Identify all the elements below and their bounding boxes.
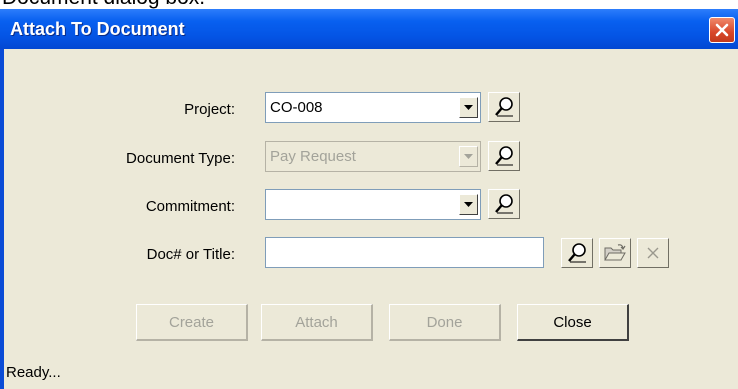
chevron-down-icon <box>464 153 473 159</box>
dialog-client: Project: CO-008 Document Type: Pay Reque… <box>4 49 738 389</box>
document-type-dropdown-button[interactable] <box>459 146 478 167</box>
create-button[interactable]: Create <box>136 304 248 341</box>
open-folder-icon <box>604 244 626 261</box>
attach-button[interactable]: Attach <box>261 304 373 341</box>
commitment-combo[interactable] <box>265 189 481 220</box>
commitment-dropdown-button[interactable] <box>459 194 478 215</box>
title-bar[interactable]: Attach To Document <box>0 9 738 49</box>
document-type-combo[interactable]: Pay Request <box>265 141 481 172</box>
dialog-window: Attach To Document Project: CO-008 Docum… <box>0 9 738 389</box>
search-icon <box>495 146 513 166</box>
caption-strip: Document dialog box. <box>0 0 738 9</box>
doc-title-lookup-button[interactable] <box>561 238 593 268</box>
document-type-lookup-button[interactable] <box>488 141 520 171</box>
document-type-label: Document Type: <box>126 150 235 167</box>
project-dropdown-button[interactable] <box>459 97 478 118</box>
chevron-down-icon <box>464 201 473 207</box>
doc-title-input[interactable] <box>265 237 544 268</box>
doc-title-label: Doc# or Title: <box>146 246 235 263</box>
chevron-down-icon <box>464 104 473 110</box>
project-label: Project: <box>184 101 235 118</box>
window-close-button[interactable] <box>709 17 735 43</box>
project-lookup-button[interactable] <box>488 92 520 122</box>
project-value: CO-008 <box>270 99 323 116</box>
close-button[interactable]: Close <box>517 304 629 341</box>
window-title: Attach To Document <box>10 19 185 39</box>
commitment-lookup-button[interactable] <box>488 189 520 219</box>
done-button[interactable]: Done <box>389 304 501 341</box>
commitment-label: Commitment: <box>145 198 235 215</box>
clear-icon <box>647 247 659 259</box>
document-type-value: Pay Request <box>270 148 356 165</box>
search-icon <box>495 97 513 117</box>
caption-text: Document dialog box. <box>2 0 205 9</box>
browse-file-button[interactable] <box>599 238 631 268</box>
clear-button[interactable] <box>637 238 669 268</box>
close-icon <box>715 23 729 37</box>
project-combo[interactable]: CO-008 <box>265 92 481 123</box>
search-icon <box>568 243 586 263</box>
status-text: Ready... <box>6 364 61 381</box>
search-icon <box>495 194 513 214</box>
